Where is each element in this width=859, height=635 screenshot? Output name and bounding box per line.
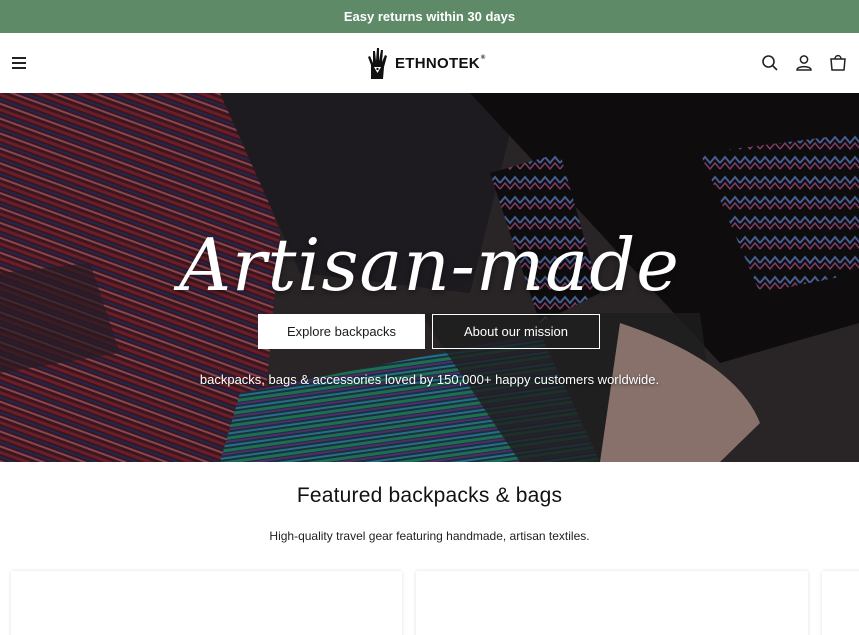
registered-mark: ® bbox=[480, 54, 486, 61]
logo[interactable]: ETHNOTEK® bbox=[365, 43, 486, 83]
hero-subtitle: backpacks, bags & accessories loved by 1… bbox=[199, 372, 660, 387]
hero-banner: Artisan-made backpacks, bags & accessori… bbox=[0, 93, 859, 462]
featured-title: Featured backpacks & bags bbox=[296, 484, 563, 507]
about-mission-button[interactable]: About our mission bbox=[432, 314, 600, 349]
search-icon[interactable] bbox=[759, 52, 781, 74]
product-card[interactable] bbox=[822, 571, 859, 635]
hand-logo-icon bbox=[368, 48, 387, 79]
announcement-bar: Easy returns within 30 days bbox=[0, 0, 859, 33]
hero-title: Artisan-made bbox=[179, 223, 680, 307]
featured-subtitle: High-quality travel gear featuring handm… bbox=[269, 529, 590, 543]
product-card[interactable] bbox=[11, 571, 402, 635]
account-icon[interactable] bbox=[793, 52, 815, 74]
explore-backpacks-button[interactable]: Explore backpacks bbox=[258, 314, 425, 349]
product-card[interactable] bbox=[416, 571, 808, 635]
site-header: ETHNOTEK® bbox=[0, 33, 859, 93]
menu-icon[interactable] bbox=[9, 52, 31, 74]
announcement-text: Easy returns within 30 days bbox=[343, 9, 516, 24]
cart-icon[interactable] bbox=[827, 52, 849, 74]
logo-text: ETHNOTEK® bbox=[395, 54, 486, 72]
